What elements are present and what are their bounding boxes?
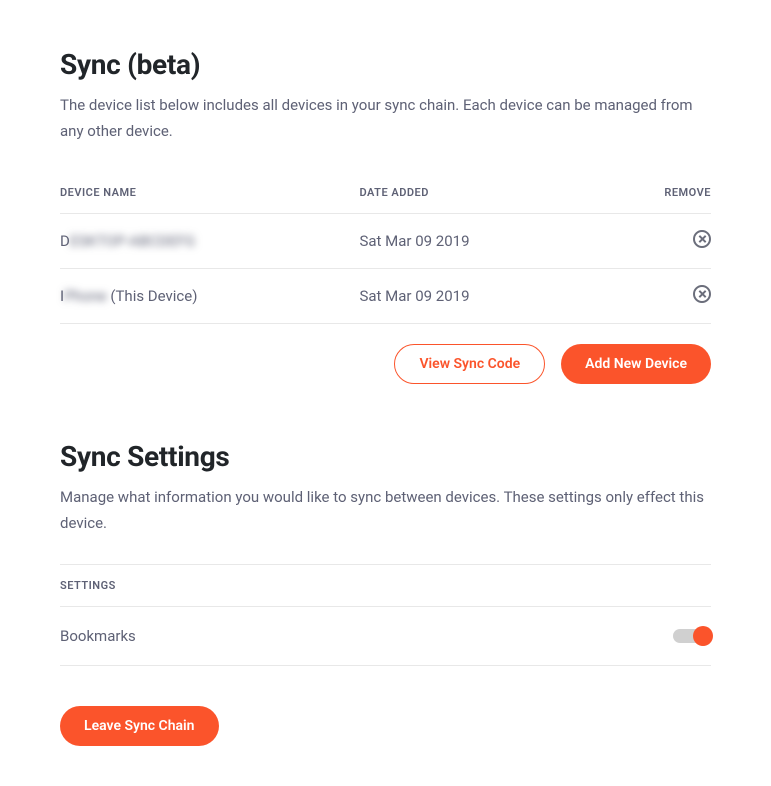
bookmarks-toggle[interactable] — [673, 629, 711, 643]
settings-item-label: Bookmarks — [60, 627, 136, 645]
device-name-cell: IPhone (This Device) — [60, 269, 359, 324]
sync-description: The device list below includes all devic… — [60, 93, 711, 144]
device-row: IPhone (This Device) Sat Mar 09 2019 — [60, 269, 711, 324]
device-table: DEVICE NAME DATE ADDED REMOVE DESKTOP-AB… — [60, 172, 711, 324]
device-date-cell: Sat Mar 09 2019 — [359, 214, 645, 269]
settings-title: Sync Settings — [60, 440, 711, 473]
view-sync-code-button[interactable]: View Sync Code — [394, 344, 545, 384]
col-header-remove: REMOVE — [646, 172, 711, 214]
sync-title: Sync (beta) — [60, 48, 711, 81]
device-name-cell: DESKTOP-ABCDEFG — [60, 214, 359, 269]
device-action-row: View Sync Code Add New Device — [60, 344, 711, 384]
remove-device-icon[interactable] — [693, 285, 711, 303]
settings-description: Manage what information you would like t… — [60, 485, 711, 536]
device-date-cell: Sat Mar 09 2019 — [359, 269, 645, 324]
settings-column-header: SETTINGS — [60, 564, 711, 607]
col-header-date-added: DATE ADDED — [359, 172, 645, 214]
add-new-device-button[interactable]: Add New Device — [561, 344, 711, 384]
remove-device-icon[interactable] — [693, 230, 711, 248]
col-header-device-name: DEVICE NAME — [60, 172, 359, 214]
leave-sync-chain-button[interactable]: Leave Sync Chain — [60, 706, 219, 746]
settings-row-bookmarks: Bookmarks — [60, 607, 711, 666]
device-row: DESKTOP-ABCDEFG Sat Mar 09 2019 — [60, 214, 711, 269]
